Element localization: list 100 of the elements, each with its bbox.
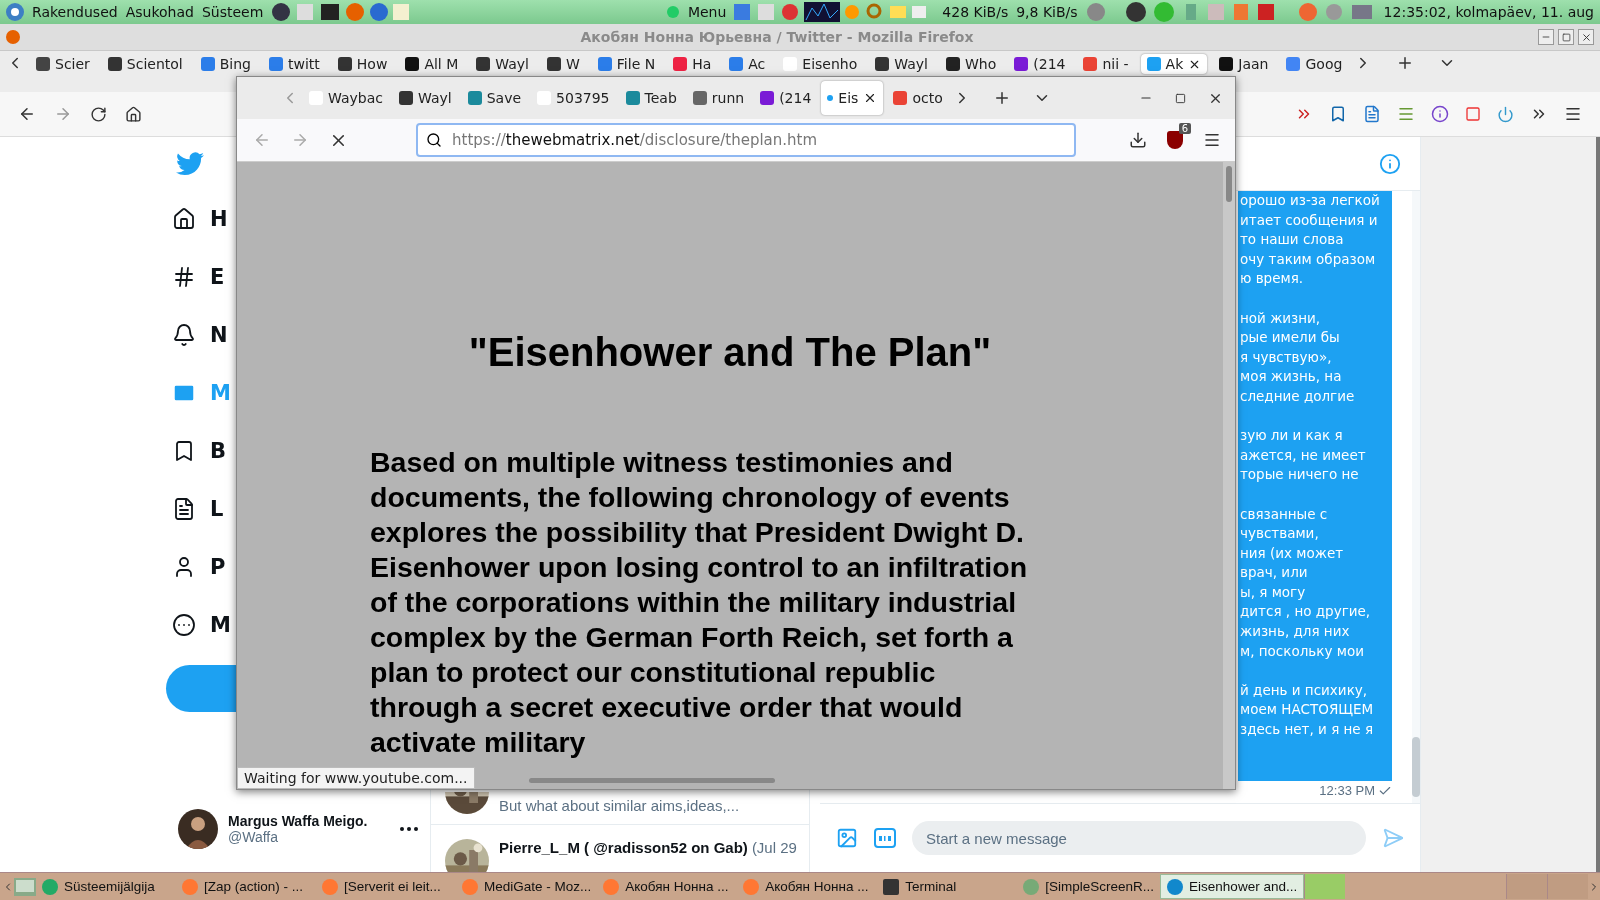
- home-icon[interactable]: [125, 105, 142, 123]
- home-icon: [172, 207, 196, 231]
- browser-tab[interactable]: runn: [686, 81, 751, 115]
- browser-tab[interactable]: (214: [754, 81, 818, 115]
- message-text: рые имели бы: [1240, 328, 1341, 348]
- browser-tab[interactable]: Eis: [821, 81, 884, 115]
- download-icon[interactable]: [1129, 131, 1147, 149]
- tweet-button[interactable]: [166, 665, 236, 712]
- scrollbar-thumb[interactable]: [529, 778, 775, 783]
- status-text: Waiting for www.youtube.com...: [237, 767, 475, 789]
- browser-tab[interactable]: How: [331, 54, 394, 74]
- forward-icon[interactable]: [54, 105, 72, 123]
- page-title: "Eisenhower and The Plan": [468, 330, 992, 375]
- workspace-switcher[interactable]: [1547, 874, 1588, 899]
- taskbar-item[interactable]: Акобян Нонна ...: [737, 874, 878, 899]
- taskbar-item[interactable]: [SimpleScreenR...: [1017, 874, 1161, 899]
- browser-tab[interactable]: Scientol: [101, 54, 189, 74]
- minimize-button[interactable]: [1538, 29, 1554, 45]
- more-icon: [172, 613, 196, 637]
- browser-tab[interactable]: Save: [461, 81, 528, 115]
- clock: 12:35:02, kolmapäev, 11. aug: [1383, 4, 1594, 20]
- browser-tab[interactable]: Wayl: [470, 54, 535, 74]
- sidebar-item[interactable]: L: [160, 480, 224, 538]
- message-input[interactable]: Start a new message: [912, 821, 1366, 855]
- panel-menu[interactable]: Asukohad: [125, 4, 194, 20]
- message-time: 12:33 PM: [1319, 783, 1375, 798]
- message-text: й день и психику,: [1240, 680, 1369, 700]
- sidebar-item[interactable]: M: [160, 596, 231, 654]
- sidebar-item[interactable]: B: [160, 422, 226, 480]
- search-icon: [426, 132, 442, 148]
- address-field[interactable]: https://thewebmatrix.net/disclosure/theplan.htm: [416, 123, 1076, 157]
- browser-tab[interactable]: (214: [1008, 54, 1072, 74]
- avatar[interactable]: [178, 809, 218, 849]
- browser-tab[interactable]: File N: [591, 54, 662, 74]
- sidebar-item[interactable]: N: [160, 306, 228, 364]
- taskbar-item[interactable]: Süsteemijälgija: [36, 874, 176, 899]
- menu-icon[interactable]: [1564, 105, 1582, 123]
- download-rate: 428 KiB/s: [942, 4, 1009, 20]
- sidebar-item[interactable]: P: [160, 538, 226, 596]
- browser-tab[interactable]: 503795: [531, 81, 616, 115]
- bars-icon[interactable]: [1397, 105, 1415, 123]
- taskbar-item[interactable]: [Serverit ei leit...: [316, 874, 456, 899]
- hash-icon: [172, 265, 196, 289]
- window-title: Акобян Нонна Юрьевна / Twitter - Mozilla Firefox: [579, 29, 975, 45]
- sidebar-item[interactable]: H: [160, 190, 228, 248]
- sidebar-item[interactable]: E: [160, 248, 225, 306]
- taskbar-item[interactable]: Акобян Нонна ...: [597, 874, 738, 899]
- browser-tab[interactable]: All M: [399, 54, 465, 74]
- back-icon[interactable]: [18, 105, 36, 123]
- launcher-icons-drawing[interactable]: [271, 2, 412, 22]
- reload-icon[interactable]: [90, 105, 107, 123]
- browser-tab[interactable]: octo: [887, 81, 949, 115]
- message-text: моем НАСТОЯЩЕМ: [1240, 700, 1375, 720]
- gif-icon[interactable]: [874, 828, 896, 848]
- power-icon[interactable]: [1497, 105, 1514, 123]
- circle-icon[interactable]: [1431, 105, 1449, 123]
- browser-tab[interactable]: Wayl: [393, 81, 458, 115]
- message-text: ы, я могу: [1240, 582, 1307, 602]
- tweet-author: Pierre_L_M ( @radisson52 on Gab): [499, 839, 748, 858]
- taskbar-item[interactable]: Eisenhower and...: [1160, 874, 1305, 899]
- browser-tab[interactable]: nii -: [1077, 54, 1135, 74]
- browser-tab[interactable]: Goog: [1280, 54, 1349, 74]
- document-icon[interactable]: [1363, 105, 1381, 123]
- taskbar-item[interactable]: Terminal: [877, 874, 1018, 899]
- taskbar-item[interactable]: [Zap (action) - ...: [176, 874, 316, 899]
- upload-rate: 9,8 KiB/s: [1016, 4, 1078, 20]
- bird-logo-icon[interactable]: [176, 151, 204, 176]
- browser-tab[interactable]: Ac: [723, 54, 772, 74]
- scrollbar-thumb[interactable]: [1412, 737, 1420, 797]
- image-icon[interactable]: [836, 827, 858, 849]
- message-text: моя жизнь, на: [1240, 367, 1343, 387]
- workspace-switcher[interactable]: [1304, 874, 1346, 899]
- scrollbar-thumb[interactable]: [1226, 166, 1232, 202]
- browser-tab[interactable]: Wayl: [869, 54, 934, 74]
- menu-icon[interactable]: [1203, 131, 1221, 149]
- browser-tab[interactable]: Waybac: [303, 81, 389, 115]
- maximize-icon[interactable]: [1175, 92, 1186, 104]
- workspace-switcher[interactable]: [1506, 874, 1547, 899]
- panel-menu[interactable]: Rakendused: [32, 4, 118, 20]
- browser-tab[interactable]: Teab: [619, 81, 683, 115]
- browser-tab[interactable]: Ak: [1140, 54, 1208, 74]
- blocker-shield-icon[interactable]: [1167, 131, 1183, 149]
- browser-tab[interactable]: Bing: [194, 54, 257, 74]
- more-icon[interactable]: [399, 827, 418, 831]
- taskbar-item[interactable]: MediGate - Moz...: [456, 874, 598, 899]
- message-text: зую ли и как я: [1240, 426, 1344, 446]
- browser-tab[interactable]: Ha: [667, 54, 718, 74]
- browser-tab[interactable]: twitt: [263, 54, 326, 74]
- panel-menu[interactable]: Süsteem: [201, 4, 264, 20]
- menu-button[interactable]: Menu: [687, 4, 727, 20]
- close-button[interactable]: [1578, 29, 1594, 45]
- browser-tab[interactable]: Eisenho: [777, 54, 864, 74]
- info-icon[interactable]: [1379, 152, 1401, 175]
- browser-tab[interactable]: W: [540, 54, 586, 74]
- firefox-icon: [6, 30, 20, 44]
- bell-icon: [172, 323, 196, 347]
- browser-tab[interactable]: Who: [940, 54, 1003, 74]
- browser-tab[interactable]: Jaan: [1213, 54, 1275, 74]
- browser-tab[interactable]: Scier: [30, 54, 96, 74]
- distro-logo-icon[interactable]: [6, 3, 24, 21]
